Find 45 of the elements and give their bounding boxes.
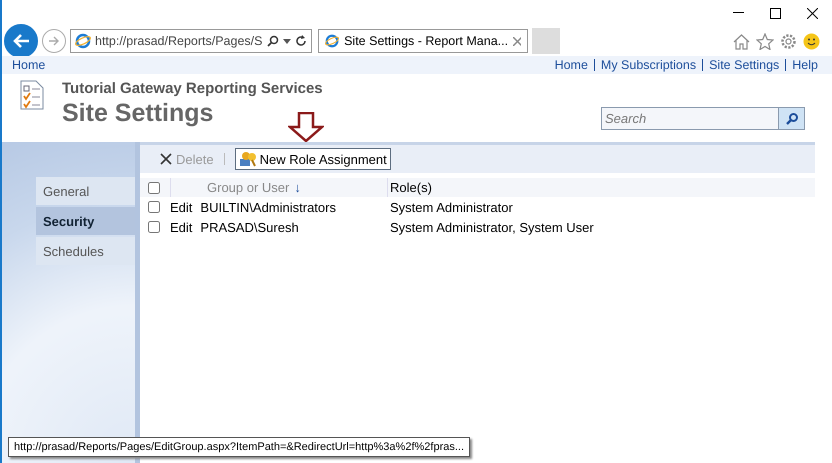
edit-link[interactable]: Edit xyxy=(170,220,192,234)
forward-button[interactable] xyxy=(42,29,66,53)
minimize-icon[interactable] xyxy=(733,12,744,14)
page-title: Site Settings xyxy=(62,99,214,128)
table-cell-text: System Administrator, System User xyxy=(389,220,594,234)
checklist-icon xyxy=(20,80,44,110)
sort-indicator: ↓ xyxy=(294,180,301,195)
top-link[interactable]: Site Settings xyxy=(709,58,780,72)
top-link[interactable]: Home xyxy=(554,58,588,72)
address-bar[interactable]: http://prasad/Reports/Pages/S xyxy=(70,29,312,53)
table-cell-text: System Administrator xyxy=(389,200,513,214)
forward-arrow-icon xyxy=(48,36,60,46)
sidebar-item[interactable]: Security xyxy=(36,207,135,235)
top-link[interactable]: My Subscriptions xyxy=(600,58,696,72)
back-arrow-icon xyxy=(12,33,30,49)
browser-icon xyxy=(75,33,91,49)
back-button[interactable] xyxy=(4,24,38,58)
table-cell: BUILTIN\Administrators xyxy=(200,200,336,214)
settings-icon[interactable] xyxy=(780,32,797,50)
down-arrow-icon xyxy=(288,112,324,142)
star-icon[interactable] xyxy=(756,32,774,50)
site-subtitle: Tutorial Gateway Reporting Services xyxy=(62,80,323,97)
dropdown-icon[interactable] xyxy=(283,38,291,44)
table-cell: PRASAD\Suresh xyxy=(200,220,299,234)
browser-icon xyxy=(325,33,340,49)
top-link[interactable]: Help xyxy=(792,58,818,72)
select-all-checkbox[interactable] xyxy=(148,182,160,194)
browser-tab[interactable]: Site Settings - Report Mana... xyxy=(318,29,528,53)
sidebar-item[interactable]: General xyxy=(36,177,135,205)
sidebar-item[interactable]: Schedules xyxy=(36,237,135,265)
smiley-icon[interactable] xyxy=(803,32,820,50)
edit-link[interactable]: Edit xyxy=(170,200,192,214)
close-icon xyxy=(160,153,172,165)
home-link[interactable]: Home xyxy=(12,58,46,72)
refresh-icon[interactable] xyxy=(295,35,307,47)
search-icon[interactable] xyxy=(267,35,279,47)
status-tooltip: http://prasad/Reports/Pages/EditGroup.aspx?ItemPath=&RedirectUrl=http%3a%2f%2fpras... xyxy=(8,437,470,457)
row-checkbox[interactable] xyxy=(148,221,160,233)
row-checkbox[interactable] xyxy=(148,201,160,213)
close-icon[interactable] xyxy=(807,8,818,18)
keys-icon xyxy=(238,151,257,167)
column-header[interactable]: Role(s) xyxy=(390,180,432,195)
maximize-icon[interactable] xyxy=(770,8,781,18)
new-role-assignment-button[interactable]: New Role Assignment xyxy=(234,148,391,170)
home-icon[interactable] xyxy=(733,32,750,50)
